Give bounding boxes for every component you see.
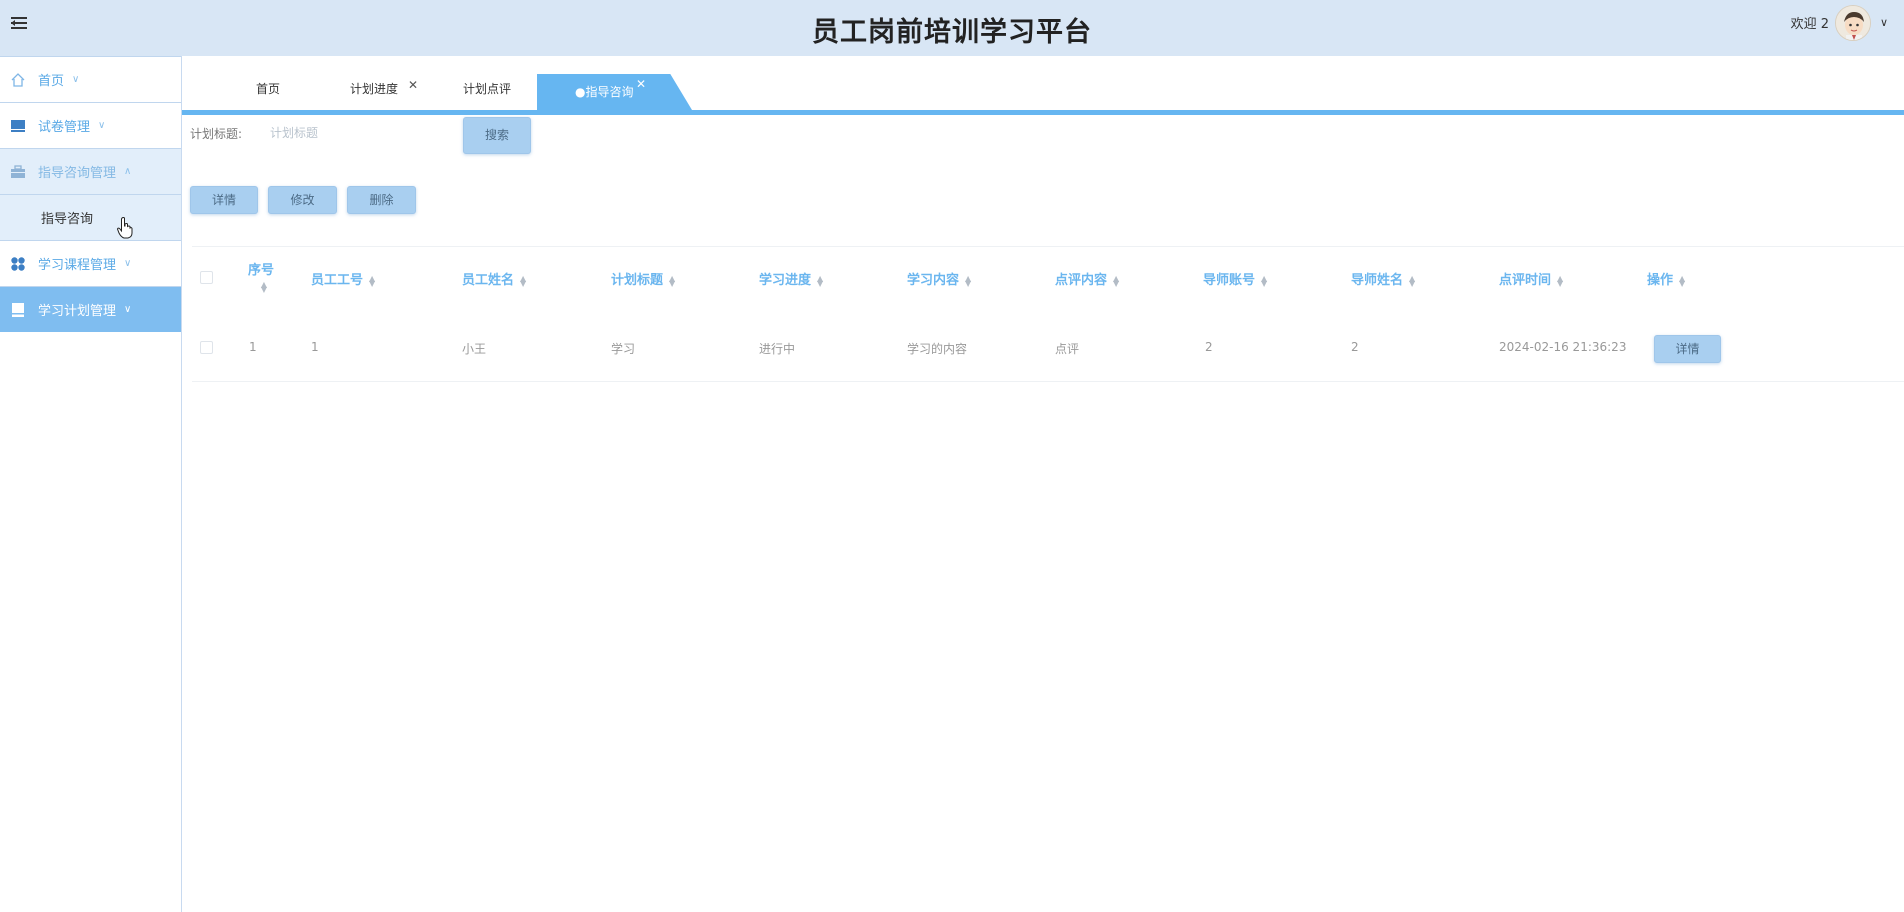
welcome-text: 欢迎 2: [1790, 17, 1829, 32]
row-detail-button[interactable]: 详情: [1654, 335, 1721, 363]
sort-icon[interactable]: ▲ ▼: [1261, 274, 1267, 287]
column-header-label: 导师姓名: [1351, 273, 1404, 288]
column-header[interactable]: 点评时间 ▲ ▼: [1499, 269, 1563, 288]
tab-home[interactable]: 首页: [256, 80, 280, 97]
sort-icon[interactable]: ▲ ▼: [1113, 274, 1119, 287]
sort-icon[interactable]: ▲ ▼: [1557, 274, 1563, 287]
tab-bar: 首页 计划进度 ✕ 计划点评 ●指导咨询 ✕: [182, 70, 1904, 115]
edit-button[interactable]: 修改: [268, 186, 337, 214]
sort-icon[interactable]: ▲ ▼: [369, 274, 375, 287]
hand-cursor-icon: [117, 217, 133, 239]
sidebar-item-label: 指导咨询管理: [38, 166, 117, 181]
column-header-label: 点评时间: [1499, 273, 1552, 288]
data-table: 序号 ▲ ▼ 员工工号 ▲ ▼ 员工姓名 ▲ ▼ 计划标题 ▲ ▼ 学习进度 ▲ ▼ 学习内容 ▲ ▼…: [192, 246, 1904, 382]
book-icon: [12, 302, 24, 317]
sidebar-item-plan[interactable]: 学习计划管理 ∨: [0, 286, 181, 332]
chevron-down-icon: ∨: [124, 304, 132, 315]
monitor-icon: [11, 119, 25, 132]
sidebar: 首页 ∨ 试卷管理 ∨ 指导咨询管理 ∧ 指导咨询 学习课程管理 ∨ 学习计划管…: [0, 56, 182, 912]
sidebar-item-guidance[interactable]: 指导咨询管理 ∧: [0, 148, 181, 194]
sort-icon[interactable]: ▲ ▼: [669, 274, 675, 287]
search-label: 计划标题:: [190, 127, 243, 141]
column-header-label: 计划标题: [611, 273, 664, 288]
column-header-label: 操作: [1647, 273, 1674, 288]
chevron-down-icon: ∨: [72, 74, 80, 85]
column-header[interactable]: 序号 ▲ ▼: [248, 259, 275, 294]
sidebar-item-label: 学习课程管理: [38, 258, 117, 273]
sidebar-item-label: 学习计划管理: [38, 304, 117, 319]
column-header[interactable]: 员工工号 ▲ ▼: [311, 269, 375, 288]
column-header-label: 学习进度: [759, 273, 812, 288]
sidebar-subitem-guidance-consult[interactable]: 指导咨询: [0, 194, 181, 240]
column-header-label: 员工工号: [311, 273, 364, 288]
briefcase-icon: [11, 164, 25, 178]
column-header[interactable]: 学习进度 ▲ ▼: [759, 269, 823, 288]
home-icon: [11, 72, 25, 87]
column-header[interactable]: 学习内容 ▲ ▼: [907, 269, 971, 288]
close-icon[interactable]: ✕: [636, 77, 646, 91]
search-button[interactable]: 搜索: [463, 117, 531, 154]
table-cell: 1: [311, 340, 319, 354]
table-cell: 进行中: [759, 342, 796, 356]
detail-button[interactable]: 详情: [190, 186, 258, 214]
grid-icon: [11, 256, 25, 271]
sort-icon[interactable]: ▲ ▼: [1409, 274, 1415, 287]
table-cell: 1: [249, 340, 257, 354]
table-cell: 学习的内容: [907, 342, 968, 356]
column-header-label: 导师账号: [1203, 273, 1256, 288]
sidebar-item-course[interactable]: 学习课程管理 ∨: [0, 240, 181, 286]
table-cell: 2024-02-16 21:36:23: [1499, 340, 1627, 354]
tab-plan-review[interactable]: 计划点评: [463, 80, 511, 97]
tab-label: 首页: [256, 82, 281, 96]
tab-label: 计划点评: [463, 82, 512, 96]
table-cell: 2: [1205, 340, 1213, 354]
column-header[interactable]: 员工姓名 ▲ ▼: [462, 269, 526, 288]
sort-icon[interactable]: ▲ ▼: [254, 281, 274, 294]
user-menu-chevron-icon[interactable]: ∨: [1880, 16, 1888, 29]
sidebar-subitem-label: 指导咨询: [41, 212, 94, 227]
close-icon[interactable]: ✕: [408, 78, 418, 92]
sort-icon[interactable]: ▲ ▼: [1679, 274, 1685, 287]
column-header[interactable]: 操作 ▲ ▼: [1647, 269, 1685, 288]
sidebar-item-home[interactable]: 首页 ∨: [0, 56, 181, 102]
sort-icon[interactable]: ▲ ▼: [817, 274, 823, 287]
top-bar: 员工岗前培训学习平台 欢迎 2 ∨: [0, 0, 1904, 56]
sidebar-item-exam[interactable]: 试卷管理 ∨: [0, 102, 181, 148]
select-all-checkbox[interactable]: [200, 271, 213, 284]
column-header-label: 员工姓名: [462, 273, 515, 288]
column-header[interactable]: 导师姓名 ▲ ▼: [1351, 269, 1415, 288]
column-header[interactable]: 点评内容 ▲ ▼: [1055, 269, 1119, 288]
avatar[interactable]: [1835, 5, 1871, 41]
sort-icon[interactable]: ▲ ▼: [965, 274, 971, 287]
tab-guidance-consult[interactable]: ●指导咨询 ✕: [537, 74, 692, 110]
column-header-label: 学习内容: [907, 273, 960, 288]
column-header-label: 序号: [248, 263, 275, 278]
sidebar-item-label: 首页: [38, 74, 65, 89]
table-cell: 2: [1351, 340, 1359, 354]
row-checkbox[interactable]: [200, 341, 213, 354]
sort-icon[interactable]: ▲ ▼: [520, 274, 526, 287]
chevron-down-icon: ∨: [98, 120, 106, 131]
table-cell: 小王: [462, 342, 487, 356]
column-header[interactable]: 计划标题 ▲ ▼: [611, 269, 675, 288]
search-input[interactable]: [262, 120, 452, 146]
table-cell: 学习: [611, 342, 636, 356]
table-cell: 点评: [1055, 342, 1080, 356]
tab-label: 计划进度: [350, 82, 399, 96]
column-header-label: 点评内容: [1055, 273, 1108, 288]
app-title: 员工岗前培训学习平台: [812, 17, 1092, 48]
tab-plan-progress[interactable]: 计划进度 ✕: [350, 78, 418, 97]
chevron-up-icon: ∧: [124, 166, 132, 177]
column-header[interactable]: 导师账号 ▲ ▼: [1203, 269, 1267, 288]
tab-label: ●指导咨询: [575, 85, 634, 99]
chevron-down-icon: ∨: [124, 258, 132, 269]
delete-button[interactable]: 删除: [347, 186, 416, 214]
sidebar-item-label: 试卷管理: [38, 120, 91, 135]
